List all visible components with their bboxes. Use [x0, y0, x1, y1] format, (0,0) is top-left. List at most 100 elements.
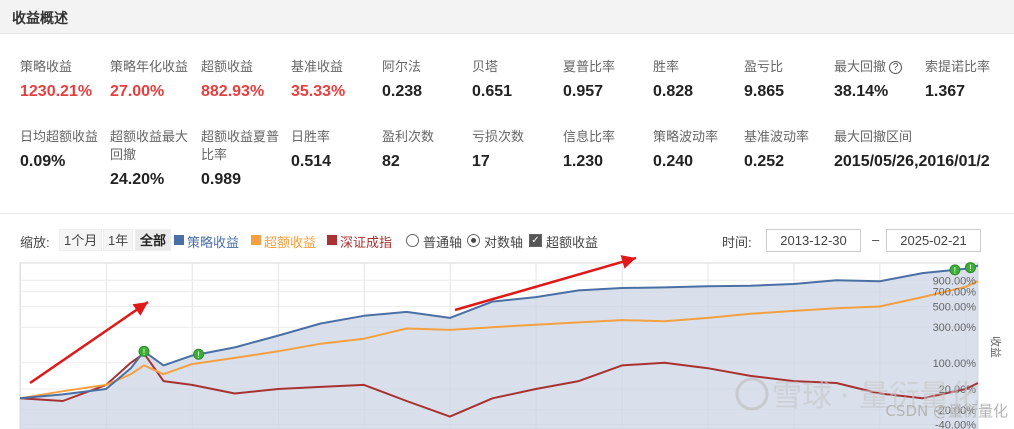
metric-value: 17	[472, 153, 490, 170]
metric-value: 0.514	[291, 153, 332, 170]
legend-swatch-strategy	[174, 235, 184, 245]
metric-item: 盈利次数 82	[382, 128, 472, 171]
metric-label: 策略波动率	[653, 129, 719, 144]
metric-value: 0.240	[653, 153, 694, 170]
legend-swatch-excess	[251, 235, 261, 245]
metric-label: 胜率	[653, 59, 680, 74]
metric-value: 1230.21%	[20, 83, 93, 100]
metric-label: 日胜率	[291, 129, 331, 144]
date-separator: –	[872, 232, 880, 247]
metric-value: 0.828	[653, 83, 694, 100]
metric-value: 38.14%	[834, 83, 889, 100]
event-marker-label: !	[969, 263, 972, 273]
legend-excess-return[interactable]: 超额收益	[264, 232, 316, 251]
range-1-month-button[interactable]: 1个月	[59, 229, 103, 251]
csdn-watermark: CSDN @量衍量化	[885, 402, 1008, 420]
metric-item: 超额收益最大回撤 24.20%	[110, 128, 200, 189]
metric-label: 超额收益夏普比率	[201, 129, 280, 162]
metric-value: 82	[382, 153, 400, 170]
legend-benchmark[interactable]: 深证成指	[340, 232, 392, 251]
metric-label: 信息比率	[563, 129, 616, 144]
metric-item: 策略年化收益 27.00%	[110, 58, 200, 101]
metric-label: 基准收益	[291, 59, 344, 74]
metric-value: 1.367	[925, 83, 966, 100]
y-tick-label: 900.00%	[933, 275, 977, 287]
metric-label: 阿尔法	[382, 59, 422, 74]
summary-header: 收益概述	[0, 0, 1014, 34]
metric-item: 超额收益 882.93%	[201, 58, 291, 101]
log-axis-label[interactable]: 对数轴	[484, 232, 523, 251]
linear-axis-radio[interactable]	[406, 234, 419, 247]
metric-label: 策略年化收益	[110, 59, 189, 74]
event-marker-label: !	[197, 350, 200, 360]
metric-item: 日胜率 0.514	[291, 128, 381, 171]
metric-label: 最大回撤?	[834, 58, 924, 76]
metric-label: 索提诺比率	[925, 59, 991, 74]
metrics-panel: 策略收益 1230.21% 策略年化收益 27.00% 超额收益 882.93% 基准收益 3…	[0, 34, 1014, 214]
event-marker-label: !	[954, 265, 957, 275]
metric-value: 0.989	[201, 171, 242, 188]
linear-axis-label[interactable]: 普通轴	[423, 232, 462, 251]
metric-item: 基准收益 35.33%	[291, 58, 381, 101]
question-circle-icon[interactable]: ?	[889, 61, 903, 74]
metric-value: 2015/05/26,2016/01/2	[834, 153, 990, 170]
summary-title: 收益概述	[12, 10, 68, 26]
time-label: 时间:	[722, 235, 752, 250]
metric-value: 24.20%	[110, 171, 165, 188]
metric-item: 信息比率 1.230	[563, 128, 653, 171]
metric-item: 策略收益 1230.21%	[20, 58, 110, 101]
metric-item: 策略波动率 0.240	[653, 128, 743, 171]
legend-strategy-return[interactable]: 策略收益	[187, 232, 239, 251]
metric-label: 夏普比率	[563, 59, 616, 74]
event-marker-label: !	[143, 347, 146, 357]
metric-value: 882.93%	[201, 83, 265, 100]
range-all-button[interactable]: 全部	[135, 229, 172, 251]
metric-label: 超额收益最大回撤	[110, 129, 189, 162]
metric-item: 盈亏比 9.865	[744, 58, 834, 101]
excess-return-checkbox-label[interactable]: 超额收益	[546, 232, 598, 251]
metric-value: 0.957	[563, 83, 604, 100]
metric-value: 1.230	[563, 153, 604, 170]
metric-value: 0.252	[744, 153, 785, 170]
divider	[0, 213, 1014, 214]
metric-value: 27.00%	[110, 83, 165, 100]
y-tick-label: 500.00%	[933, 301, 977, 313]
metric-value: 0.238	[382, 83, 423, 100]
metric-value: 0.09%	[20, 153, 66, 170]
metric-item: 超额收益夏普比率 0.989	[201, 128, 291, 189]
metric-item: 亏损次数 17	[472, 128, 562, 171]
y-axis-title: 收益	[989, 336, 1003, 358]
metric-label: 亏损次数	[472, 129, 525, 144]
metric-label: 日均超额收益	[20, 129, 99, 144]
metric-value: 35.33%	[291, 83, 346, 100]
metric-item: 日均超额收益 0.09%	[20, 128, 110, 171]
metric-label: 超额收益	[201, 59, 254, 74]
metric-label: 盈亏比	[744, 59, 784, 74]
start-date-input[interactable]: 2013-12-30	[766, 229, 861, 252]
metric-item: 阿尔法 0.238	[382, 58, 472, 101]
metric-label: 最大回撤区间	[834, 129, 913, 144]
zoom-label: 缩放:	[20, 235, 50, 250]
y-tick-label: 300.00%	[933, 322, 977, 334]
end-date-input[interactable]: 2025-02-21	[886, 229, 981, 252]
metric-value: 9.865	[744, 83, 785, 100]
metric-label: 策略收益	[20, 59, 73, 74]
y-tick-label: 100.00%	[933, 358, 977, 370]
range-1-year-button[interactable]: 1年	[103, 229, 134, 251]
metric-value: 0.651	[472, 83, 513, 100]
y-tick-label: -40.00%	[935, 420, 976, 429]
metric-label: 贝塔	[472, 59, 499, 74]
metric-item: 最大回撤区间 2015/05/26,2016/01/2	[834, 128, 990, 171]
metric-label: 基准波动率	[744, 129, 810, 144]
metric-item: 夏普比率 0.957	[563, 58, 653, 101]
metric-item: 胜率 0.828	[653, 58, 743, 101]
excess-return-checkbox[interactable]: ✓	[529, 234, 542, 247]
metric-item: 基准波动率 0.252	[744, 128, 834, 171]
legend-swatch-benchmark	[327, 235, 337, 245]
return-chart[interactable]: !!! !900.00%700.00%500.00%300.00%100.00%2…	[0, 255, 1014, 429]
log-axis-radio[interactable]	[467, 234, 480, 247]
watermark-brand: 雪球	[772, 379, 832, 414]
y-tick-label: 700.00%	[933, 287, 977, 299]
metric-item: 最大回撤? 38.14%	[834, 58, 924, 101]
metric-label: 盈利次数	[382, 129, 435, 144]
